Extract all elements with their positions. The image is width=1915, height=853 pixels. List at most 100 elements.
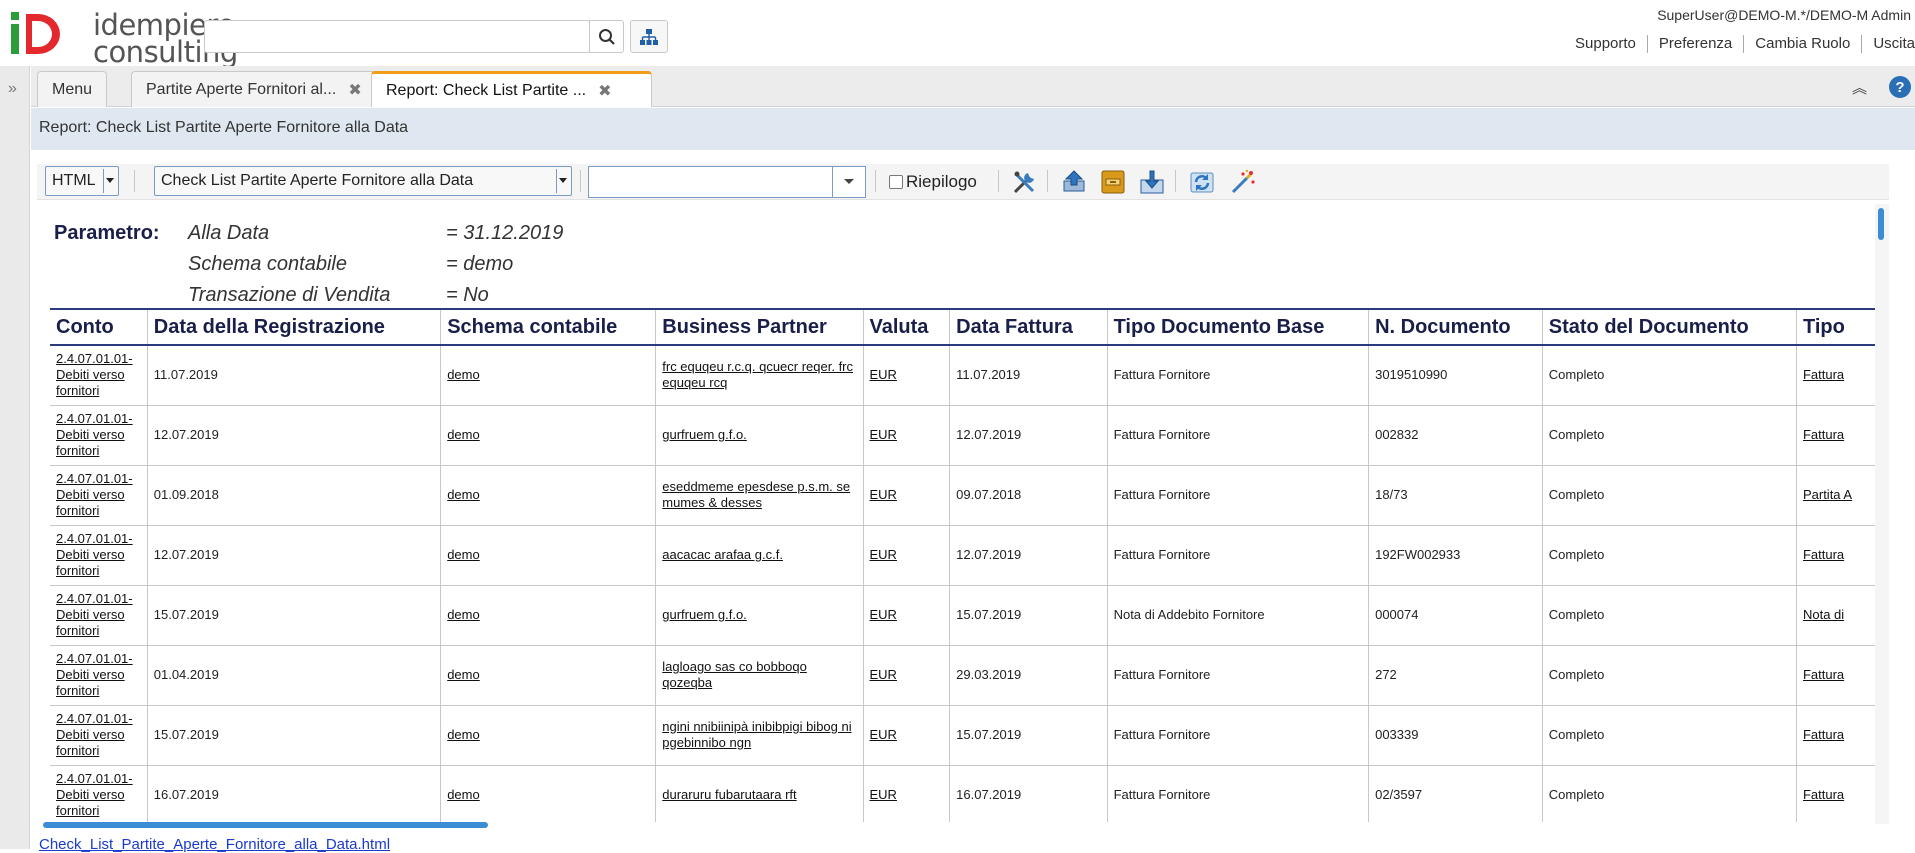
currency-link[interactable]: EUR	[870, 727, 897, 742]
schema-link[interactable]: demo	[447, 487, 480, 502]
business-partner-link[interactable]: ngini nnibiinipà inibibpigi bibog ni pge…	[662, 719, 851, 750]
account-link[interactable]: 2.4.07.01.01-Debiti verso fornitori	[56, 351, 133, 398]
summary-checkbox[interactable]: Riepilogo	[889, 172, 977, 192]
doc-type-link[interactable]: Fattura	[1803, 427, 1844, 442]
table-cell: 003339	[1368, 705, 1543, 766]
download-html-link[interactable]: Check_List_Partite_Aperte_Fornitore_alla…	[39, 836, 390, 853]
table-cell: 16.07.2019	[949, 765, 1108, 824]
business-partner-link[interactable]: eseddmeme epesdese p.s.m. se mumes & des…	[662, 479, 850, 510]
vertical-scrollbar[interactable]	[1875, 204, 1889, 824]
schema-link[interactable]: demo	[447, 547, 480, 562]
logo-mark-icon	[11, 12, 60, 54]
scroll-thumb[interactable]	[1878, 208, 1884, 240]
report-select[interactable]: Check List Partite Aperte Fornitore alla…	[154, 166, 572, 196]
account-link[interactable]: 2.4.07.01.01-Debiti verso fornitori	[56, 591, 133, 638]
doc-type-link[interactable]: Fattura	[1803, 787, 1844, 802]
column-header[interactable]: Data della Registrazione	[146, 309, 441, 346]
account-link[interactable]: 2.4.07.01.01-Debiti verso fornitori	[56, 411, 133, 458]
schema-link[interactable]: demo	[447, 787, 480, 802]
currency-link[interactable]: EUR	[870, 787, 897, 802]
doc-type-link[interactable]: Nota di	[1803, 607, 1844, 622]
customize-button[interactable]	[1010, 167, 1040, 197]
column-header[interactable]: Tipo	[1795, 309, 1875, 346]
combo-dropdown-button[interactable]	[832, 167, 865, 197]
currency-link[interactable]: EUR	[870, 487, 897, 502]
currency-link[interactable]: EUR	[870, 547, 897, 562]
business-partner-link[interactable]: duraruru fubarutaara rft	[662, 787, 796, 802]
column-header[interactable]: Conto	[50, 309, 148, 346]
tab-menu[interactable]: Menu	[37, 71, 108, 107]
account-link[interactable]: 2.4.07.01.01-Debiti verso fornitori	[56, 771, 133, 818]
doc-type-link[interactable]: Fattura	[1803, 727, 1844, 742]
collapse-up-icon[interactable]: ︽	[1852, 77, 1867, 98]
table-cell: 11.07.2019	[949, 345, 1108, 406]
table-cell: 2.4.07.01.01-Debiti verso fornitori	[50, 645, 148, 706]
base-doc-type: Fattura Fornitore	[1113, 547, 1211, 562]
schema-link[interactable]: demo	[447, 367, 480, 382]
format-select[interactable]: HTML	[45, 166, 119, 196]
preferences-link[interactable]: Preferenza	[1646, 35, 1743, 53]
horizontal-scrollbar[interactable]	[40, 822, 1875, 828]
account-link[interactable]: 2.4.07.01.01-Debiti verso fornitori	[56, 711, 133, 758]
table-cell: demo	[440, 525, 656, 586]
search-input[interactable]	[205, 21, 590, 52]
logo[interactable]: idempiere consulting	[8, 8, 238, 67]
currency-link[interactable]: EUR	[870, 667, 897, 682]
column-header[interactable]: Valuta	[862, 309, 950, 346]
checkbox-box[interactable]	[889, 175, 903, 189]
refresh-button[interactable]	[1187, 167, 1217, 197]
close-icon[interactable]: ✖	[598, 81, 611, 101]
schema-link[interactable]: demo	[447, 727, 480, 742]
business-partner-link[interactable]: gurfruem g.f.o.	[662, 427, 747, 442]
change-role-link[interactable]: Cambia Ruolo	[1743, 35, 1861, 53]
column-header[interactable]: Data Fattura	[949, 309, 1108, 346]
document-number: 003339	[1375, 727, 1419, 742]
account-link[interactable]: 2.4.07.01.01-Debiti verso fornitori	[56, 531, 133, 578]
close-icon[interactable]: ✖	[348, 80, 361, 100]
business-partner-link[interactable]: lagloago sas co bobboqo qozeqba	[662, 659, 807, 690]
send-button[interactable]	[1059, 167, 1089, 197]
search-button[interactable]	[589, 20, 624, 53]
doc-type-link[interactable]: Partita A	[1803, 487, 1852, 502]
invoice-date: 15.07.2019	[956, 607, 1022, 622]
business-partner-link[interactable]: gurfruem g.f.o.	[662, 607, 747, 622]
tab-open-items[interactable]: Partite Aperte Fornitori al... ✖	[131, 71, 377, 107]
schema-link[interactable]: demo	[447, 667, 480, 682]
document-status: Completo	[1548, 607, 1605, 622]
table-row: 2.4.07.01.01-Debiti verso fornitori 01.04…	[50, 645, 1875, 706]
business-partner-link[interactable]: frc equqeu r.c.q. qcuecr reqer. frc equq…	[662, 359, 853, 390]
column-header[interactable]: Stato del Documento	[1541, 309, 1797, 346]
base-doc-type: Nota di Addebito Fornitore	[1113, 607, 1265, 622]
registration-date: 01.04.2019	[153, 667, 219, 682]
schema-link[interactable]: demo	[447, 427, 480, 442]
currency-link[interactable]: EUR	[870, 427, 897, 442]
column-header[interactable]: N. Documento	[1368, 309, 1543, 346]
scroll-thumb[interactable]	[43, 822, 488, 828]
chevron-down-icon	[844, 179, 854, 184]
export-button[interactable]	[1137, 167, 1167, 197]
schema-link[interactable]: demo	[447, 607, 480, 622]
currency-link[interactable]: EUR	[870, 607, 897, 622]
logout-link[interactable]: Uscita	[1861, 35, 1915, 53]
account-link[interactable]: 2.4.07.01.01-Debiti verso fornitori	[56, 471, 133, 518]
tab-report[interactable]: Report: Check List Partite ... ✖	[371, 71, 652, 107]
column-header[interactable]: Business Partner	[655, 309, 863, 346]
expand-west-icon[interactable]: »	[8, 80, 17, 98]
support-link[interactable]: Supporto	[1564, 35, 1647, 53]
doc-type-link[interactable]: Fattura	[1803, 547, 1844, 562]
format-value: HTML	[52, 172, 96, 189]
column-header[interactable]: Schema contabile	[440, 309, 656, 346]
table-cell: Fattura Fornitore	[1106, 405, 1369, 466]
column-header[interactable]: Tipo Documento Base	[1106, 309, 1369, 346]
help-icon[interactable]: ?	[1889, 76, 1911, 98]
account-link[interactable]: 2.4.07.01.01-Debiti verso fornitori	[56, 651, 133, 698]
menu-tree-button[interactable]	[630, 20, 668, 53]
report-toolbar: HTML Check List Partite Aperte Fornitore…	[31, 150, 1915, 204]
print-format-combo[interactable]	[588, 166, 866, 198]
wizard-button[interactable]	[1228, 167, 1258, 197]
doc-type-link[interactable]: Fattura	[1803, 667, 1844, 682]
archive-button[interactable]	[1098, 167, 1128, 197]
business-partner-link[interactable]: aacacac arafaa g.c.f.	[662, 547, 783, 562]
currency-link[interactable]: EUR	[870, 367, 897, 382]
doc-type-link[interactable]: Fattura	[1803, 367, 1844, 382]
